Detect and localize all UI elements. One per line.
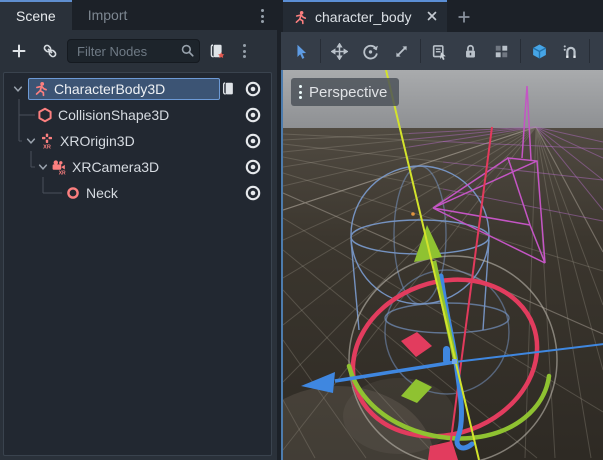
scene-tab-character-body[interactable]: character_body	[283, 0, 447, 32]
viewport-render	[283, 70, 603, 460]
group-icon	[493, 43, 510, 60]
blue-scale-handle[interactable]	[443, 346, 450, 364]
move-tool-button[interactable]	[324, 36, 355, 66]
chevron-down-icon[interactable]	[10, 81, 26, 97]
vertex-dot	[411, 212, 415, 216]
character-body-3d-icon	[33, 81, 49, 97]
perspective-label: Perspective	[309, 84, 387, 101]
svg-text:XR: XR	[43, 145, 51, 149]
svg-text:XR: XR	[59, 171, 66, 175]
attached-script-icon[interactable]	[221, 81, 237, 97]
scene-dock-body: CharacterBody3D	[0, 30, 277, 460]
perspective-menu-button[interactable]: Perspective	[291, 78, 399, 106]
mesh-silhouette	[283, 378, 455, 460]
list-select-icon	[431, 43, 448, 60]
tree-row-xrorigin3d[interactable]: XR XROrigin3D	[4, 128, 271, 154]
toolbar-separator	[320, 39, 321, 63]
node-name: XROrigin3D	[60, 133, 135, 149]
main-viewport-panel: character_body	[281, 0, 603, 460]
list-select-button[interactable]	[424, 36, 455, 66]
new-scene-tab-button[interactable]	[453, 6, 475, 28]
group-nodes-button[interactable]	[486, 36, 517, 66]
scene-tree: CharacterBody3D	[3, 72, 272, 456]
snap-magnet-icon	[562, 43, 579, 60]
rotate-icon	[362, 43, 379, 60]
tab-scene[interactable]: Scene	[0, 0, 72, 30]
rotate-tool-button[interactable]	[355, 36, 386, 66]
selected-node-box[interactable]: CharacterBody3D	[28, 78, 220, 100]
tree-row-neck[interactable]: Neck	[4, 180, 271, 206]
attach-script-button[interactable]	[203, 37, 231, 65]
visibility-toggle-icon[interactable]	[245, 81, 261, 97]
filter-nodes-field	[67, 39, 200, 63]
collision-shape-3d-icon	[37, 107, 53, 123]
move-icon	[331, 43, 348, 60]
gizmo-center-handle[interactable]	[452, 359, 457, 364]
tree-row-collisionshape3d[interactable]: CollisionShape3D	[4, 102, 271, 128]
instance-scene-button[interactable]	[36, 37, 64, 65]
snap-toggle-button[interactable]	[555, 36, 586, 66]
local-space-toggle-button[interactable]	[524, 36, 555, 66]
scene-dock: Scene Import	[0, 0, 277, 460]
toolbar-separator	[520, 39, 521, 63]
chevron-down-icon[interactable]	[23, 133, 39, 149]
script-new-icon	[209, 43, 226, 60]
node-name: CharacterBody3D	[54, 81, 165, 97]
scene-tree-menu-icon[interactable]	[234, 37, 254, 65]
xr-origin-3d-icon: XR	[39, 133, 55, 149]
marker-ring-icon	[65, 185, 81, 201]
close-tab-icon[interactable]	[425, 9, 439, 26]
dock-menu-icon[interactable]	[253, 4, 271, 28]
viewport-toolbar	[281, 32, 603, 71]
link-icon	[42, 43, 58, 59]
xr-camera-3d-icon: XR	[51, 159, 67, 175]
scene-tabbar: character_body	[281, 0, 603, 32]
dock-tabbar: Scene Import	[0, 0, 277, 30]
select-tool-button[interactable]	[286, 36, 317, 66]
chevron-down-icon[interactable]	[35, 159, 51, 175]
node-name: CollisionShape3D	[58, 107, 169, 123]
tree-row-characterbody3d[interactable]: CharacterBody3D	[4, 76, 271, 102]
search-icon	[180, 43, 195, 58]
node-name: XRCamera3D	[72, 159, 159, 175]
perspective-kebab-icon	[299, 83, 302, 102]
visibility-toggle-icon[interactable]	[245, 185, 261, 201]
visibility-toggle-icon[interactable]	[245, 159, 261, 175]
scale-icon	[393, 43, 410, 60]
local-space-cube-icon	[531, 43, 548, 60]
plus-icon	[457, 10, 471, 24]
lock-node-button[interactable]	[455, 36, 486, 66]
toolbar-separator	[589, 39, 590, 63]
visibility-toggle-icon[interactable]	[245, 133, 261, 149]
tree-rows: CharacterBody3D	[4, 73, 271, 206]
godot-editor-window: Scene Import	[0, 0, 603, 460]
tree-row-xrcamera3d[interactable]: XR XRCamera3D	[4, 154, 271, 180]
plus-icon	[11, 43, 27, 59]
toolbar-separator	[420, 39, 421, 63]
scene-toolbar	[0, 30, 277, 72]
tab-scene-label: Scene	[16, 8, 56, 24]
tab-import-label: Import	[88, 7, 128, 23]
tab-import[interactable]: Import	[72, 0, 144, 30]
character-body-3d-icon	[293, 10, 308, 25]
select-arrow-icon	[293, 43, 310, 60]
visibility-toggle-icon[interactable]	[245, 107, 261, 123]
lock-icon	[462, 43, 479, 60]
scale-tool-button[interactable]	[386, 36, 417, 66]
add-node-button[interactable]	[5, 37, 33, 65]
viewport-3d[interactable]: Perspective	[281, 70, 603, 460]
scene-tab-label: character_body	[315, 9, 418, 25]
node-name: Neck	[86, 185, 118, 201]
